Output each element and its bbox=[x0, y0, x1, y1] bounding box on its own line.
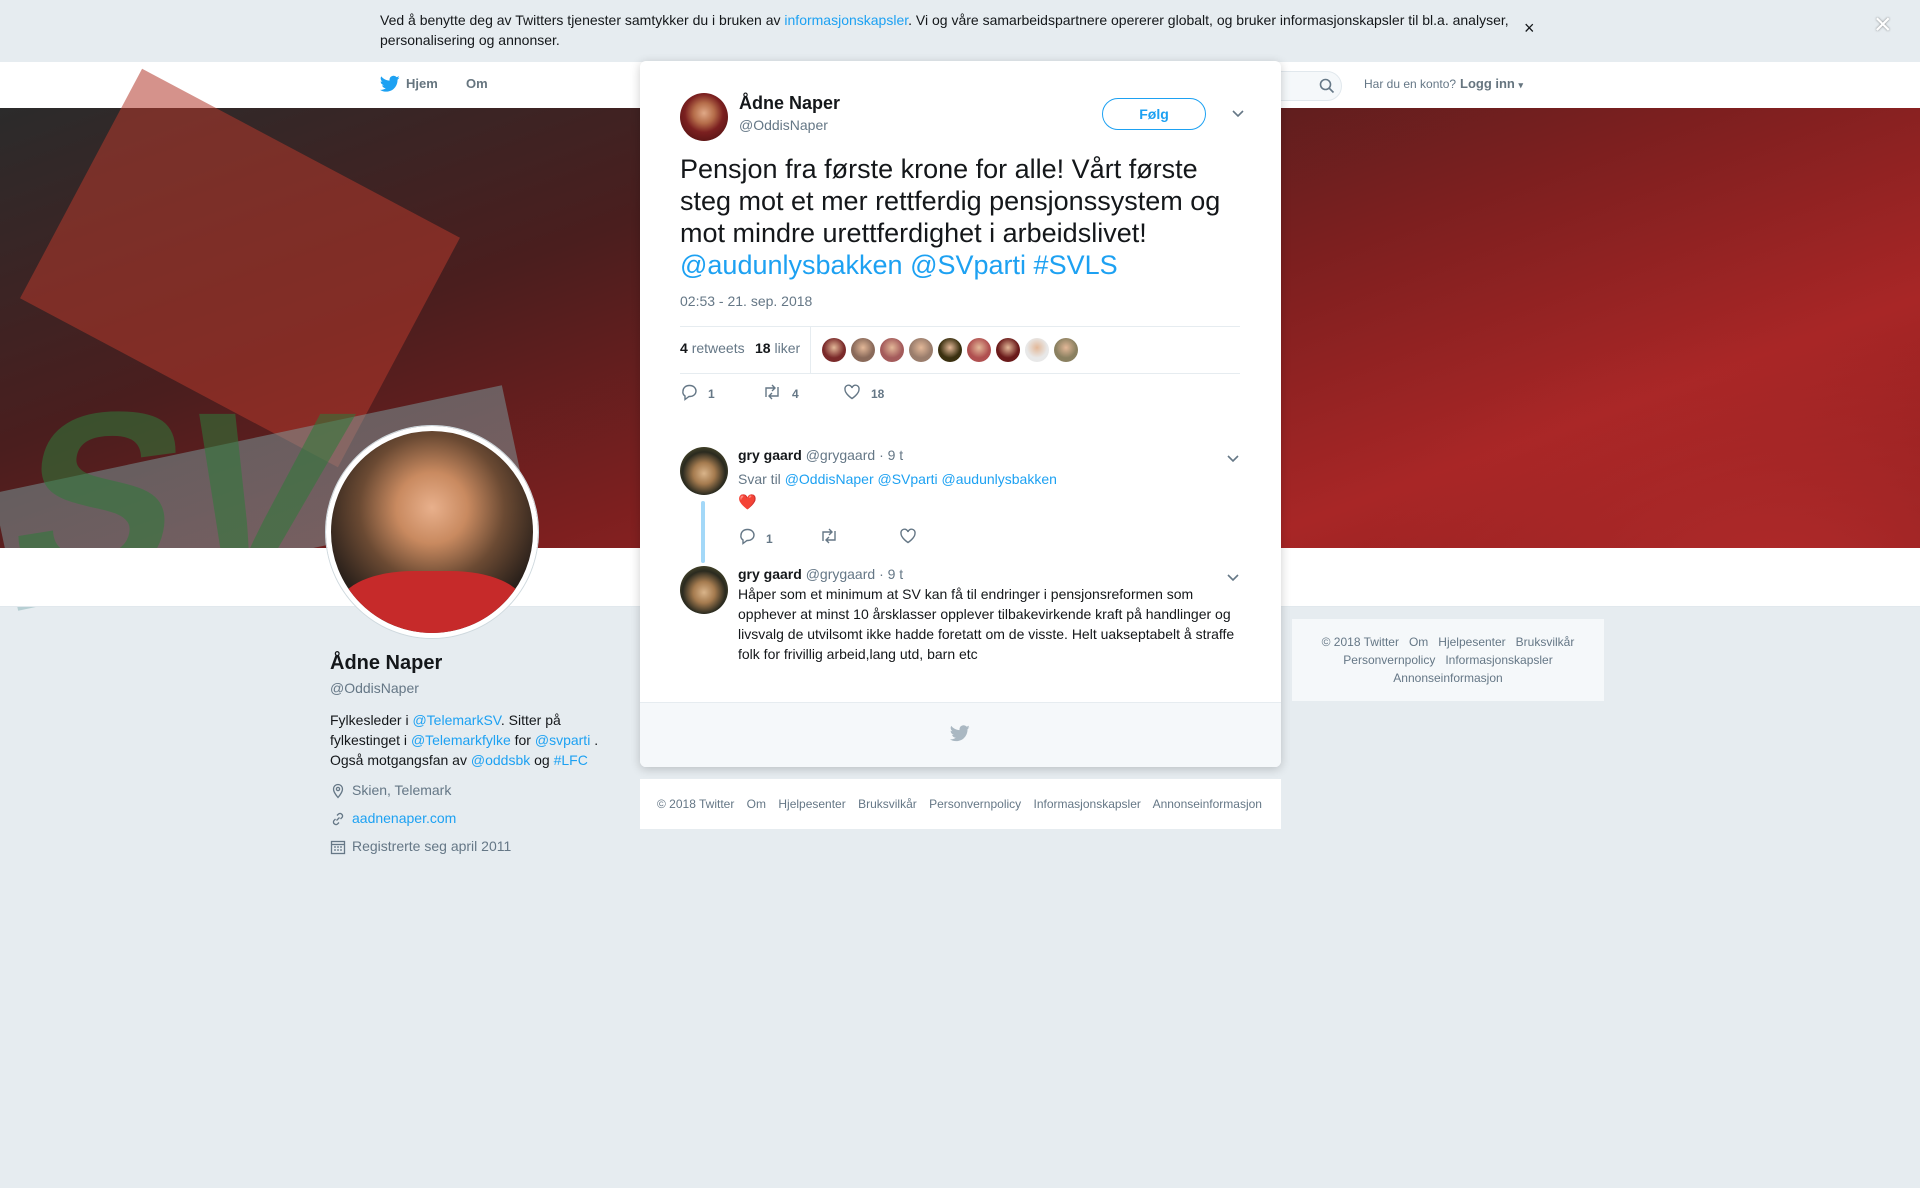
heart-icon bbox=[843, 383, 861, 404]
tweet-actions: 1 4 18 bbox=[680, 383, 1240, 403]
mention-link[interactable]: @audunlysbakken bbox=[942, 471, 1057, 487]
reply-icon bbox=[738, 527, 756, 550]
footer-link-terms[interactable]: Bruksvilkår bbox=[858, 797, 917, 811]
liker-avatar[interactable] bbox=[967, 338, 991, 362]
reply-body: Håper som et minimum at SV kan få til en… bbox=[738, 586, 1235, 662]
liker-avatar[interactable] bbox=[909, 338, 933, 362]
reply-count: 1 bbox=[708, 386, 715, 401]
liker-avatar[interactable] bbox=[1025, 338, 1049, 362]
reply-button[interactable]: 1 bbox=[738, 527, 773, 550]
reply-author-name[interactable]: gry gaard bbox=[738, 447, 802, 463]
mention-link[interactable]: @audunlysbakken bbox=[680, 250, 903, 280]
likes-label: liker bbox=[774, 340, 801, 356]
chevron-down-icon[interactable] bbox=[1226, 451, 1240, 467]
reply-body: ❤️ bbox=[738, 494, 757, 511]
twitter-bird-icon bbox=[949, 725, 970, 747]
reply-to-label: Svar til bbox=[738, 471, 785, 487]
close-modal-button[interactable]: × bbox=[1874, 10, 1892, 40]
retweets-label: retweets bbox=[691, 340, 745, 356]
modal-bottom-bar bbox=[640, 702, 1281, 767]
retweet-count: 4 bbox=[792, 386, 799, 401]
likes-count: 18 bbox=[755, 340, 771, 356]
modal-footer: © 2018 Twitter Om Hjelpesenter Bruksvilk… bbox=[640, 779, 1281, 829]
reply-button[interactable]: 1 bbox=[680, 383, 715, 404]
reply-time[interactable]: · 9 t bbox=[879, 447, 903, 463]
hashtag-link[interactable]: #SVLS bbox=[1034, 250, 1118, 280]
reply-author-handle[interactable]: @grygaard bbox=[806, 566, 875, 582]
liker-avatar[interactable] bbox=[880, 338, 904, 362]
likes-stat[interactable]: 18 liker bbox=[755, 340, 800, 356]
like-button[interactable] bbox=[899, 527, 917, 550]
mention-link[interactable]: @OddisNaper bbox=[785, 471, 874, 487]
liker-avatar[interactable] bbox=[822, 338, 846, 362]
liker-avatars bbox=[822, 338, 1083, 362]
liker-avatar[interactable] bbox=[938, 338, 962, 362]
footer-link-cookies[interactable]: Informasjonskapsler bbox=[1034, 797, 1141, 811]
retweet-button[interactable]: 4 bbox=[762, 383, 799, 404]
footer-link-help[interactable]: Hjelpesenter bbox=[778, 797, 845, 811]
retweet-icon bbox=[762, 383, 782, 404]
reply-to-line: Svar til @OddisNaper @SVparti @audunlysb… bbox=[738, 471, 1057, 487]
chevron-down-icon[interactable] bbox=[1231, 106, 1245, 122]
stats-divider bbox=[810, 327, 811, 373]
reply-header: gry gaard @grygaard · 9 t bbox=[738, 447, 903, 463]
follow-button[interactable]: Følg bbox=[1102, 98, 1206, 130]
reply-avatar[interactable] bbox=[680, 447, 728, 495]
retweets-stat[interactable]: 4 retweets bbox=[680, 340, 745, 356]
liker-avatar[interactable] bbox=[1054, 338, 1078, 362]
reply-icon bbox=[680, 383, 698, 404]
reply-count: 1 bbox=[766, 531, 773, 546]
retweet-button[interactable] bbox=[819, 527, 839, 550]
author-avatar[interactable] bbox=[680, 93, 728, 141]
reply-time[interactable]: · 9 t bbox=[879, 566, 903, 582]
liker-avatar[interactable] bbox=[851, 338, 875, 362]
footer-link-ads-info[interactable]: Annonseinformasjon bbox=[1153, 797, 1262, 811]
tweet-stats: 4 retweets 18 liker bbox=[680, 326, 1240, 374]
reply-author-name[interactable]: gry gaard bbox=[738, 566, 802, 582]
author-handle[interactable]: @OddisNaper bbox=[739, 117, 828, 133]
author-name[interactable]: Ådne Naper bbox=[739, 93, 840, 114]
like-button[interactable]: 18 bbox=[843, 383, 884, 404]
heart-icon bbox=[899, 527, 917, 550]
footer-link-privacy[interactable]: Personvernpolicy bbox=[929, 797, 1021, 811]
tweet-timestamp[interactable]: 02:53 - 21. sep. 2018 bbox=[680, 293, 812, 309]
reply-tweet[interactable]: gry gaard @grygaard · 9 t Svar til @Oddi… bbox=[680, 447, 1240, 563]
tweet-modal: Ådne Naper @OddisNaper Følg Pensjon fra … bbox=[640, 61, 1281, 767]
mention-link[interactable]: @SVparti bbox=[878, 471, 938, 487]
footer-copyright: © 2018 Twitter bbox=[657, 797, 735, 811]
footer-link-about[interactable]: Om bbox=[747, 797, 766, 811]
retweets-count: 4 bbox=[680, 340, 688, 356]
reply-header: gry gaard @grygaard · 9 t bbox=[738, 566, 903, 582]
liker-avatar[interactable] bbox=[996, 338, 1020, 362]
reply-author-handle[interactable]: @grygaard bbox=[806, 447, 875, 463]
tweet-text: Pensjon fra første krone for alle! Vårt … bbox=[680, 153, 1240, 281]
tweet-body: Pensjon fra første krone for alle! Vårt … bbox=[680, 154, 1221, 248]
thread-line bbox=[701, 501, 705, 563]
mention-link[interactable]: @SVparti bbox=[910, 250, 1026, 280]
reply-tweet[interactable]: gry gaard @grygaard · 9 t Håper som et m… bbox=[680, 566, 1240, 696]
like-count: 18 bbox=[871, 386, 885, 401]
retweet-icon bbox=[819, 527, 839, 550]
reply-avatar[interactable] bbox=[680, 566, 728, 614]
